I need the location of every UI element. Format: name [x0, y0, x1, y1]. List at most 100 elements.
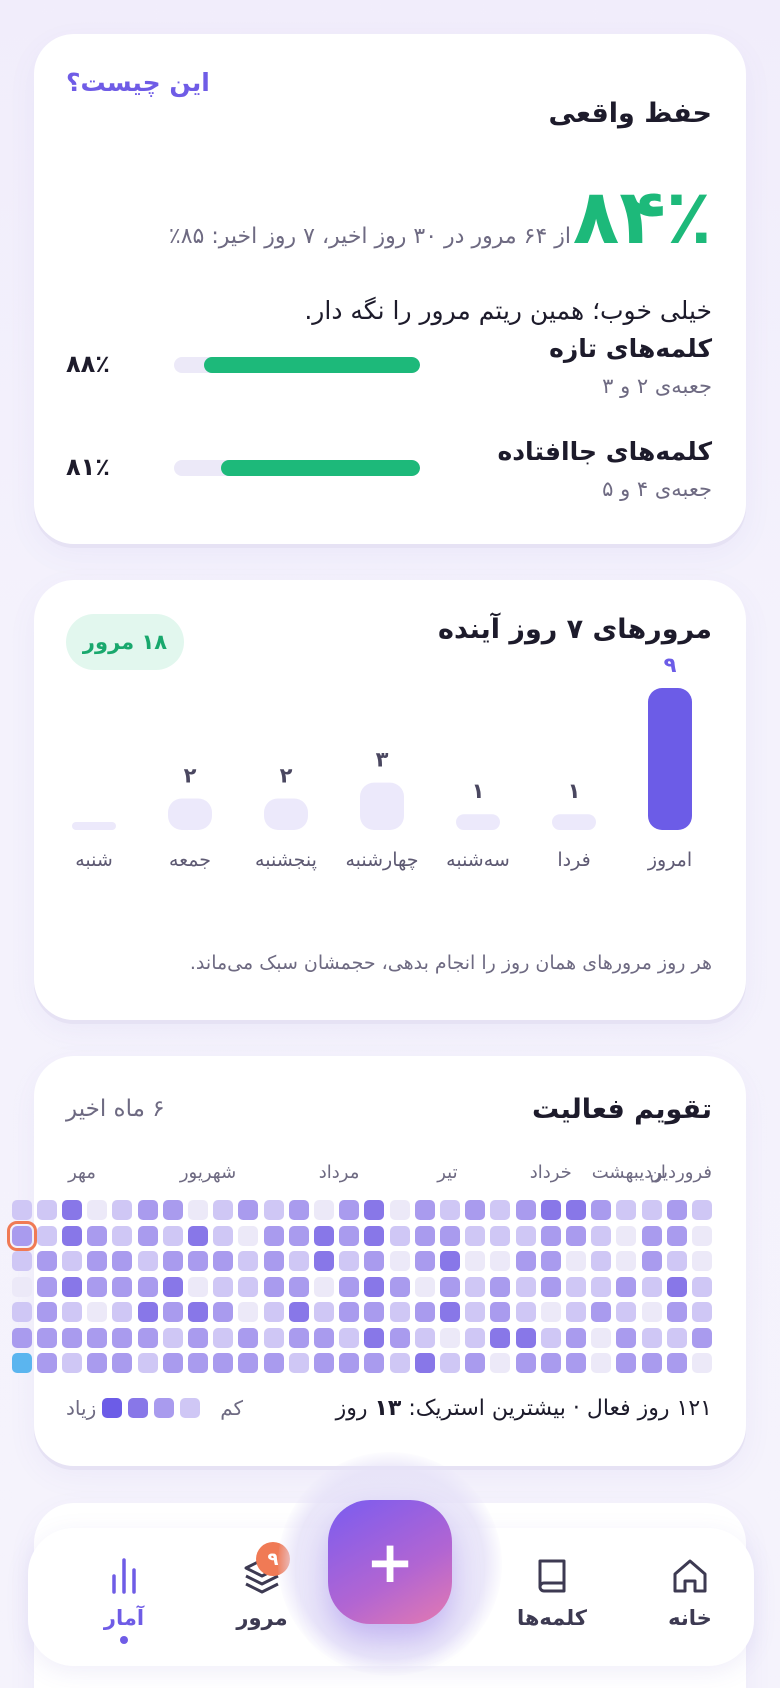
heatmap-cell[interactable] [465, 1225, 486, 1246]
heatmap-cell[interactable] [62, 1276, 82, 1297]
heatmap-cell[interactable] [616, 1200, 637, 1220]
heatmap-cell[interactable] [137, 1200, 158, 1220]
heatmap-cell[interactable] [87, 1225, 108, 1246]
heatmap-cell[interactable] [213, 1200, 234, 1220]
heatmap-cell[interactable] [238, 1327, 259, 1348]
heatmap-cell[interactable] [465, 1353, 486, 1373]
nav-item-stats[interactable]: آمار [64, 1554, 184, 1644]
heatmap-cell[interactable] [62, 1353, 82, 1373]
heatmap-cell[interactable] [36, 1200, 57, 1220]
heatmap-cell[interactable] [566, 1200, 586, 1220]
heatmap-cell[interactable] [36, 1251, 57, 1271]
heatmap-cell[interactable] [591, 1302, 612, 1322]
heatmap-cell[interactable] [238, 1302, 259, 1322]
heatmap-cell[interactable] [263, 1353, 284, 1373]
heatmap-cell[interactable] [314, 1327, 334, 1348]
heatmap-cell[interactable] [314, 1225, 334, 1246]
heatmap-cell[interactable] [364, 1251, 385, 1271]
heatmap-cell[interactable] [641, 1302, 662, 1322]
heatmap-cell[interactable] [414, 1200, 435, 1220]
heatmap-cell[interactable] [112, 1353, 133, 1373]
heatmap-cell[interactable] [414, 1251, 435, 1271]
heatmap-cell[interactable] [566, 1251, 586, 1271]
heatmap-cell[interactable] [162, 1327, 183, 1348]
heatmap-cell[interactable] [616, 1276, 637, 1297]
heatmap-cell[interactable] [11, 1200, 32, 1220]
heatmap-cell[interactable] [62, 1200, 82, 1220]
heatmap-cell[interactable] [36, 1353, 57, 1373]
heatmap-cell[interactable] [641, 1200, 662, 1220]
heatmap-cell[interactable] [389, 1200, 410, 1220]
heatmap-cell[interactable] [213, 1251, 234, 1271]
heatmap-cell[interactable] [515, 1251, 536, 1271]
heatmap-cell[interactable] [162, 1200, 183, 1220]
heatmap-cell[interactable] [666, 1327, 687, 1348]
heatmap-cell[interactable] [465, 1302, 486, 1322]
heatmap-cell[interactable] [540, 1225, 561, 1246]
heatmap-cell[interactable] [137, 1276, 158, 1297]
heatmap-cell[interactable] [440, 1251, 460, 1271]
heatmap-cell[interactable] [288, 1353, 309, 1373]
heatmap-cell[interactable] [540, 1200, 561, 1220]
heatmap-cell[interactable] [389, 1251, 410, 1271]
heatmap-cell[interactable] [288, 1327, 309, 1348]
heatmap-cell[interactable] [137, 1302, 158, 1322]
heatmap-cell[interactable] [288, 1200, 309, 1220]
heatmap-cell[interactable] [213, 1225, 234, 1246]
heatmap-cell[interactable] [188, 1200, 208, 1220]
heatmap-cell[interactable] [162, 1225, 183, 1246]
heatmap-cell[interactable] [162, 1276, 183, 1297]
heatmap-cell[interactable] [339, 1302, 360, 1322]
heatmap-cell[interactable] [87, 1302, 108, 1322]
heatmap-cell[interactable] [641, 1251, 662, 1271]
heatmap-cell[interactable] [288, 1225, 309, 1246]
heatmap-cell[interactable] [389, 1302, 410, 1322]
heatmap-cell-today[interactable] [11, 1353, 32, 1373]
heatmap-cell[interactable] [440, 1327, 460, 1348]
heatmap-cell[interactable] [314, 1276, 334, 1297]
heatmap-cell[interactable] [62, 1251, 82, 1271]
heatmap-cell[interactable] [666, 1225, 687, 1246]
heatmap-cell[interactable] [238, 1353, 259, 1373]
heatmap-cell[interactable] [515, 1353, 536, 1373]
heatmap-cell[interactable] [591, 1327, 612, 1348]
heatmap-cell[interactable] [364, 1276, 385, 1297]
heatmap-cell[interactable] [213, 1353, 234, 1373]
heatmap-cell[interactable] [36, 1276, 57, 1297]
heatmap-cell[interactable] [112, 1200, 133, 1220]
heatmap-cell[interactable] [389, 1327, 410, 1348]
heatmap-cell[interactable] [87, 1200, 108, 1220]
heatmap-cell[interactable] [692, 1251, 712, 1271]
heatmap-cell[interactable] [465, 1200, 486, 1220]
heatmap-cell[interactable] [364, 1302, 385, 1322]
heatmap-cell[interactable] [162, 1353, 183, 1373]
heatmap-cell[interactable] [616, 1327, 637, 1348]
heatmap-cell[interactable] [641, 1276, 662, 1297]
heatmap-cell[interactable] [616, 1302, 637, 1322]
nav-item-words[interactable]: کلمه‌ها [492, 1554, 612, 1630]
heatmap-cell[interactable] [188, 1276, 208, 1297]
heatmap-cell[interactable] [666, 1251, 687, 1271]
heatmap-cell[interactable] [87, 1276, 108, 1297]
heatmap-cell[interactable] [591, 1200, 612, 1220]
heatmap-cell[interactable] [666, 1276, 687, 1297]
heatmap-cell[interactable] [540, 1251, 561, 1271]
heatmap-cell[interactable] [11, 1327, 32, 1348]
heatmap-cell[interactable] [616, 1251, 637, 1271]
heatmap-cell[interactable] [288, 1251, 309, 1271]
heatmap-cell[interactable] [137, 1353, 158, 1373]
heatmap-cell[interactable] [515, 1302, 536, 1322]
heatmap-cell[interactable] [188, 1302, 208, 1322]
heatmap-cell[interactable] [263, 1251, 284, 1271]
heatmap-cell[interactable] [62, 1327, 82, 1348]
heatmap-cell[interactable] [540, 1353, 561, 1373]
heatmap-cell[interactable] [490, 1251, 511, 1271]
heatmap-cell[interactable] [87, 1353, 108, 1373]
heatmap-cell[interactable] [238, 1276, 259, 1297]
heatmap-cell[interactable] [566, 1302, 586, 1322]
heatmap-cell[interactable] [440, 1276, 460, 1297]
heatmap-cell[interactable] [465, 1327, 486, 1348]
heatmap-cell[interactable] [440, 1302, 460, 1322]
heatmap-cell[interactable] [339, 1251, 360, 1271]
heatmap-cell[interactable] [440, 1225, 460, 1246]
